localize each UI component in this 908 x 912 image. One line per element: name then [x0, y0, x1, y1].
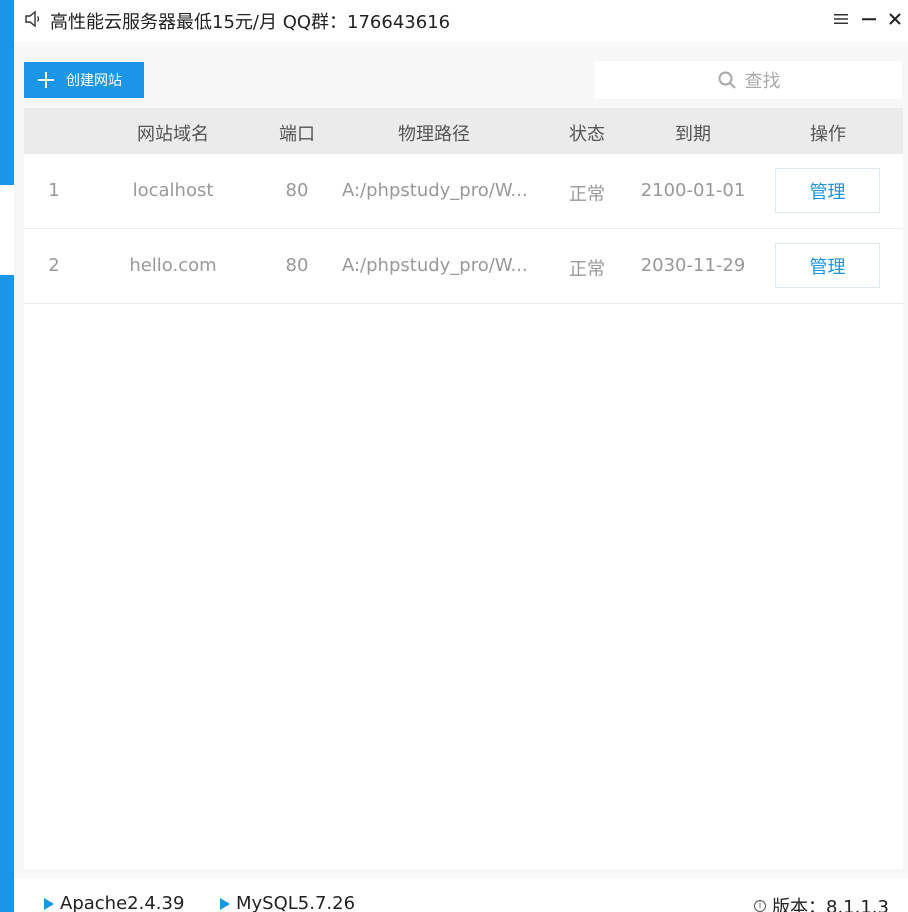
- play-icon: [44, 897, 54, 910]
- menu-button[interactable]: [830, 8, 852, 30]
- row-path: A:/phpstudy_pro/W...: [342, 180, 528, 201]
- manage-button[interactable]: 管理: [775, 243, 880, 288]
- header-port: 端口: [279, 124, 315, 145]
- sidebar-strip-gap: [0, 185, 14, 275]
- speaker-icon[interactable]: [24, 10, 42, 28]
- row-index: 1: [48, 180, 60, 201]
- search-icon: [718, 71, 736, 89]
- minimize-icon: [862, 18, 876, 21]
- version-info[interactable]: i 版本：8.1.1.3: [754, 893, 889, 912]
- header-domain: 网站域名: [137, 124, 209, 145]
- row-expiry: 2030-11-29: [640, 255, 746, 276]
- menu-icon: [834, 14, 848, 24]
- row-port: 80: [285, 255, 309, 276]
- row-domain: hello.com: [129, 255, 217, 276]
- version-label: 版本：8.1.1.3: [772, 897, 889, 912]
- play-icon: [220, 897, 230, 910]
- row-status: 正常: [569, 259, 605, 280]
- row-status: 正常: [569, 184, 605, 205]
- title-bar: 高性能云服务器最低15元/月 QQ群：176643616: [14, 0, 908, 42]
- info-icon: i: [754, 900, 766, 912]
- row-domain: localhost: [132, 180, 214, 201]
- website-table: 网站域名 端口 物理路径 状态 到期 操作 1 localhost 80 A:/…: [24, 108, 903, 869]
- plus-icon: [38, 72, 54, 88]
- table-header: 网站域名 端口 物理路径 状态 到期 操作: [24, 108, 903, 154]
- sidebar-strip: [0, 275, 14, 912]
- header-operation: 操作: [810, 124, 846, 145]
- apache-service[interactable]: Apache2.4.39: [44, 893, 184, 912]
- row-port: 80: [285, 180, 309, 201]
- create-website-button[interactable]: 创建网站: [24, 62, 144, 98]
- status-bar: Apache2.4.39 MySQL5.7.26 i 版本：8.1.1.3: [14, 878, 908, 912]
- row-path: A:/phpstudy_pro/W...: [342, 255, 528, 276]
- manage-button[interactable]: 管理: [775, 168, 880, 213]
- minimize-button[interactable]: [858, 8, 880, 30]
- header-expiry: 到期: [675, 124, 711, 145]
- close-icon: [889, 13, 901, 25]
- header-path: 物理路径: [398, 124, 470, 145]
- mysql-label: MySQL5.7.26: [236, 893, 356, 912]
- mysql-service[interactable]: MySQL5.7.26: [220, 893, 355, 912]
- close-button[interactable]: [884, 8, 906, 30]
- row-index: 2: [48, 255, 60, 276]
- sidebar-strip: [0, 0, 14, 185]
- app-window: 高性能云服务器最低15元/月 QQ群：176643616 创建网站 查找 网站域…: [0, 0, 908, 912]
- create-website-label: 创建网站: [66, 73, 122, 89]
- search-placeholder: 查找: [744, 71, 781, 92]
- table-row[interactable]: 1 localhost 80 A:/phpstudy_pro/W... 正常 2…: [24, 154, 903, 229]
- search-input[interactable]: 查找: [595, 61, 902, 99]
- ad-notice[interactable]: 高性能云服务器最低15元/月 QQ群：176643616: [50, 8, 450, 34]
- row-expiry: 2100-01-01: [640, 180, 746, 201]
- header-status: 状态: [569, 124, 605, 145]
- table-row[interactable]: 2 hello.com 80 A:/phpstudy_pro/W... 正常 2…: [24, 229, 903, 304]
- apache-label: Apache2.4.39: [60, 893, 185, 912]
